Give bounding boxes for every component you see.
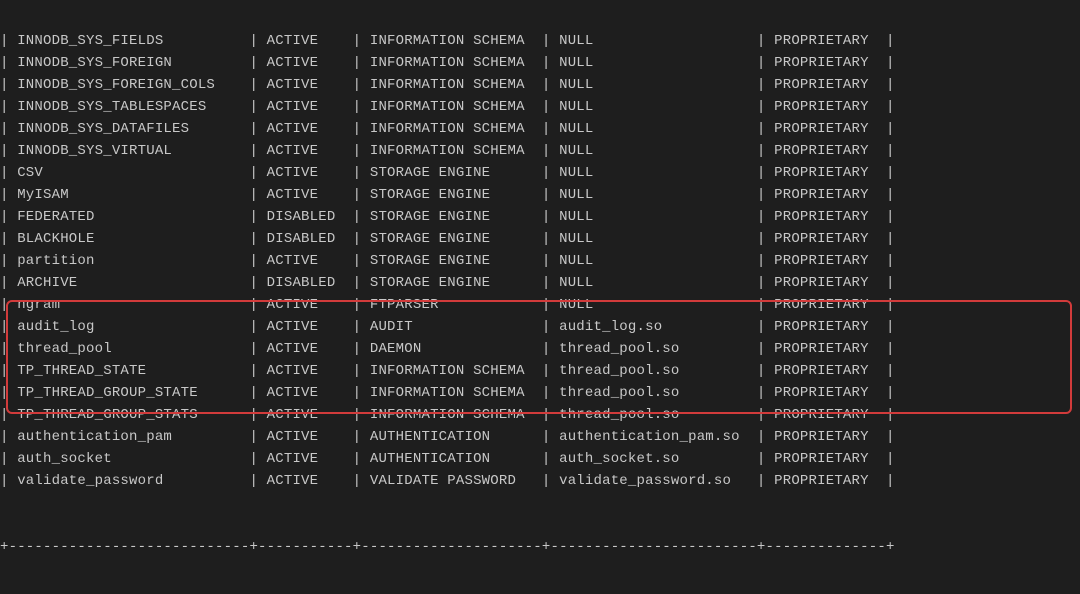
table-row-text: | audit_log | ACTIVE | AUDIT | audit_log… [0, 316, 895, 338]
table-row-text: | INNODB_SYS_FIELDS | ACTIVE | INFORMATI… [0, 30, 895, 52]
table-row-text: | ngram | ACTIVE | FTPARSER | NULL | PRO… [0, 294, 895, 316]
table-row-text: | INNODB_SYS_DATAFILES | ACTIVE | INFORM… [0, 118, 895, 140]
table-row-text: | authentication_pam | ACTIVE | AUTHENTI… [0, 426, 895, 448]
table-row-text: | TP_THREAD_GROUP_STATE | ACTIVE | INFOR… [0, 382, 895, 404]
table-row-text: | MyISAM | ACTIVE | STORAGE ENGINE | NUL… [0, 184, 895, 206]
table-row-text: | TP_THREAD_STATE | ACTIVE | INFORMATION… [0, 360, 895, 382]
table-row: | BLACKHOLE | DISABLED | STORAGE ENGINE … [0, 228, 1080, 250]
table-row-text: | INNODB_SYS_VIRTUAL | ACTIVE | INFORMAT… [0, 140, 895, 162]
table-row: | auth_socket | ACTIVE | AUTHENTICATION … [0, 448, 1080, 470]
table-row: | authentication_pam | ACTIVE | AUTHENTI… [0, 426, 1080, 448]
table-row: | TP_THREAD_STATE | ACTIVE | INFORMATION… [0, 360, 1080, 382]
table-row-text: | thread_pool | ACTIVE | DAEMON | thread… [0, 338, 895, 360]
table-row: | INNODB_SYS_TABLESPACES | ACTIVE | INFO… [0, 96, 1080, 118]
table-row: | ARCHIVE | DISABLED | STORAGE ENGINE | … [0, 272, 1080, 294]
table-border-row: +----------------------------+----------… [0, 536, 1080, 558]
table-row-text: | TP_THREAD_GROUP_STATS | ACTIVE | INFOR… [0, 404, 895, 426]
table-row-text: | auth_socket | ACTIVE | AUTHENTICATION … [0, 448, 895, 470]
table-row: | INNODB_SYS_FOREIGN_COLS | ACTIVE | INF… [0, 74, 1080, 96]
table-row: | ngram | ACTIVE | FTPARSER | NULL | PRO… [0, 294, 1080, 316]
table-row-text: | FEDERATED | DISABLED | STORAGE ENGINE … [0, 206, 895, 228]
table-row: | thread_pool | ACTIVE | DAEMON | thread… [0, 338, 1080, 360]
table-row: | INNODB_SYS_DATAFILES | ACTIVE | INFORM… [0, 118, 1080, 140]
table-row-text: | INNODB_SYS_TABLESPACES | ACTIVE | INFO… [0, 96, 895, 118]
table-row: | INNODB_SYS_FOREIGN | ACTIVE | INFORMAT… [0, 52, 1080, 74]
table-row: | CSV | ACTIVE | STORAGE ENGINE | NULL |… [0, 162, 1080, 184]
table-row-text: | BLACKHOLE | DISABLED | STORAGE ENGINE … [0, 228, 895, 250]
table-row: | INNODB_SYS_VIRTUAL | ACTIVE | INFORMAT… [0, 140, 1080, 162]
table-row-text: | INNODB_SYS_FOREIGN | ACTIVE | INFORMAT… [0, 52, 895, 74]
table-row: | validate_password | ACTIVE | VALIDATE … [0, 470, 1080, 492]
terminal-output: | INNODB_SYS_FIELDS | ACTIVE | INFORMATI… [0, 0, 1080, 594]
table-row-text: | CSV | ACTIVE | STORAGE ENGINE | NULL |… [0, 162, 895, 184]
table-row: | TP_THREAD_GROUP_STATE | ACTIVE | INFOR… [0, 382, 1080, 404]
table-row-text: | ARCHIVE | DISABLED | STORAGE ENGINE | … [0, 272, 895, 294]
table-row: | MyISAM | ACTIVE | STORAGE ENGINE | NUL… [0, 184, 1080, 206]
table-row: | FEDERATED | DISABLED | STORAGE ENGINE … [0, 206, 1080, 228]
table-row-text: | partition | ACTIVE | STORAGE ENGINE | … [0, 250, 895, 272]
table-row: | partition | ACTIVE | STORAGE ENGINE | … [0, 250, 1080, 272]
table-row: | INNODB_SYS_FIELDS | ACTIVE | INFORMATI… [0, 30, 1080, 52]
table-row-text: | validate_password | ACTIVE | VALIDATE … [0, 470, 895, 492]
table-row: | audit_log | ACTIVE | AUDIT | audit_log… [0, 316, 1080, 338]
table-row: | TP_THREAD_GROUP_STATS | ACTIVE | INFOR… [0, 404, 1080, 426]
table-row-text: | INNODB_SYS_FOREIGN_COLS | ACTIVE | INF… [0, 74, 895, 96]
